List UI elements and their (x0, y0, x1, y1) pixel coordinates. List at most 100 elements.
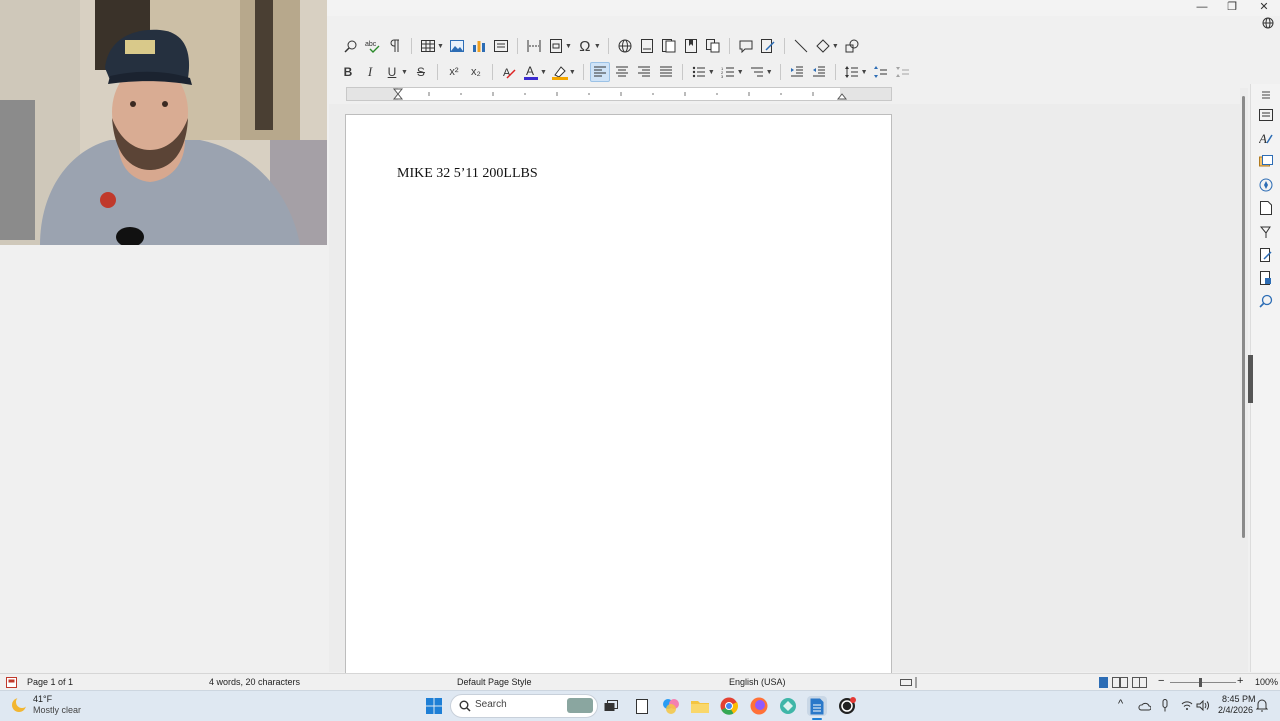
style-inspector-icon[interactable] (1257, 223, 1275, 241)
line-spacing-dropdown-icon[interactable]: ▼ (861, 69, 868, 76)
view-layout-icons[interactable] (1099, 677, 1149, 688)
line-spacing-icon[interactable] (842, 62, 862, 82)
zoom-out-button[interactable]: − (1158, 675, 1164, 687)
windows-start-icon[interactable] (424, 696, 444, 716)
italic-icon[interactable]: I (360, 62, 380, 82)
navigator-icon[interactable] (1257, 176, 1275, 194)
table-icon[interactable] (418, 36, 438, 56)
comment-icon[interactable] (736, 36, 756, 56)
minimize-button[interactable]: — (1186, 0, 1218, 14)
firefox-icon[interactable] (749, 696, 769, 716)
notification-bell-icon[interactable] (1256, 699, 1268, 712)
file-explorer-icon[interactable] (690, 696, 710, 716)
hyperlink-icon[interactable] (615, 36, 635, 56)
page-icon[interactable] (1257, 199, 1275, 217)
highlight-color-icon[interactable] (550, 62, 570, 82)
selection-mode-icon[interactable] (900, 677, 920, 688)
styles-icon[interactable]: A (1257, 129, 1275, 147)
notepad-icon[interactable] (632, 696, 652, 716)
justify-icon[interactable] (656, 62, 676, 82)
sidebar-collapse-handle[interactable] (1248, 355, 1253, 403)
gallery-icon[interactable] (1257, 152, 1275, 170)
superscript-icon[interactable]: x² (444, 62, 464, 82)
language[interactable]: English (USA) (729, 677, 786, 687)
zoom-level[interactable]: 100% (1255, 677, 1278, 687)
strikethrough-icon[interactable]: S (411, 62, 431, 82)
zoom-slider-thumb[interactable] (1199, 678, 1202, 687)
page-break-icon[interactable] (524, 36, 544, 56)
bookmark-icon[interactable] (681, 36, 701, 56)
basic-shapes-icon[interactable] (813, 36, 833, 56)
font-color-dropdown-icon[interactable]: ▼ (540, 69, 547, 76)
word-count[interactable]: 4 words, 20 characters (209, 677, 300, 687)
insert-chart-icon[interactable] (469, 36, 489, 56)
document-page[interactable]: MIKE 32 5’11 200LLBS (345, 114, 892, 676)
text-box-icon[interactable] (491, 36, 511, 56)
field-dropdown-icon[interactable]: ▼ (565, 43, 572, 50)
sidebar-menu-icon[interactable] (1257, 86, 1275, 104)
vertical-scrollbar-thumb[interactable] (1242, 96, 1245, 538)
onedrive-cloud-icon[interactable] (1138, 700, 1151, 712)
bold-icon[interactable]: B (338, 62, 358, 82)
taskbar-search-box[interactable]: Search (450, 694, 598, 718)
line-icon[interactable] (791, 36, 811, 56)
zoom-slider[interactable] (1170, 682, 1236, 683)
track-changes-icon[interactable] (758, 36, 778, 56)
decrease-paragraph-spacing-icon[interactable] (893, 62, 913, 82)
properties-icon[interactable] (1257, 106, 1275, 124)
globe-icon[interactable] (1262, 17, 1276, 31)
insert-field-icon[interactable] (546, 36, 566, 56)
clear-formatting-icon[interactable]: A (499, 62, 519, 82)
draw-functions-icon[interactable] (842, 36, 862, 56)
clock-date[interactable]: 2/4/2026 (1218, 705, 1253, 715)
page-style[interactable]: Default Page Style (457, 677, 532, 687)
footnote-icon[interactable] (637, 36, 657, 56)
insert-image-icon[interactable] (447, 36, 467, 56)
show-hidden-icons[interactable]: ^ (1118, 698, 1123, 710)
align-left-icon[interactable] (589, 62, 610, 82)
microphone-icon[interactable] (1161, 699, 1169, 712)
special-character-icon[interactable]: Ω (575, 36, 595, 56)
libreoffice-writer-icon[interactable] (807, 696, 827, 716)
ordered-list-dropdown-icon[interactable]: ▼ (737, 69, 744, 76)
unordered-list-dropdown-icon[interactable]: ▼ (708, 69, 715, 76)
shapes-dropdown-icon[interactable]: ▼ (832, 43, 839, 50)
align-center-icon[interactable] (612, 62, 632, 82)
document-text[interactable]: MIKE 32 5’11 200LLBS (397, 166, 538, 182)
increase-paragraph-spacing-icon[interactable] (871, 62, 891, 82)
underline-icon[interactable]: U (382, 62, 402, 82)
ordered-list-icon[interactable]: 123 (718, 62, 738, 82)
increase-indent-icon[interactable] (787, 62, 807, 82)
weather-desc[interactable]: Mostly clear (33, 705, 81, 715)
copilot-icon[interactable] (661, 696, 681, 716)
table-dropdown-icon[interactable]: ▼ (437, 43, 444, 50)
weather-moon-icon[interactable] (10, 696, 28, 714)
design-icon[interactable] (1257, 269, 1275, 287)
horizontal-ruler[interactable] (346, 87, 892, 101)
document-modified-icon[interactable] (6, 677, 17, 688)
weather-temp[interactable]: 41°F (33, 694, 52, 704)
zoom-in-button[interactable]: + (1237, 675, 1243, 687)
maximize-button[interactable]: ❐ (1216, 0, 1248, 14)
special-character-dropdown-icon[interactable]: ▼ (594, 43, 601, 50)
find-replace-icon[interactable] (341, 36, 361, 56)
manage-changes-icon[interactable] (1257, 246, 1275, 264)
align-right-icon[interactable] (634, 62, 654, 82)
decrease-indent-icon[interactable] (809, 62, 829, 82)
app-icon[interactable] (778, 696, 798, 716)
subscript-icon[interactable]: x₂ (466, 62, 486, 82)
clock-time[interactable]: 8:45 PM (1222, 694, 1256, 704)
find-icon[interactable] (1257, 292, 1275, 310)
task-view-icon[interactable] (601, 696, 621, 716)
volume-icon[interactable] (1196, 700, 1209, 711)
wifi-icon[interactable] (1181, 700, 1193, 711)
highlight-dropdown-icon[interactable]: ▼ (569, 69, 576, 76)
formatting-marks-icon[interactable] (385, 36, 405, 56)
outline-dropdown-icon[interactable]: ▼ (766, 69, 773, 76)
page-count[interactable]: Page 1 of 1 (27, 677, 73, 687)
font-color-icon[interactable]: A (521, 62, 541, 82)
outline-list-icon[interactable] (747, 62, 767, 82)
endnote-icon[interactable] (659, 36, 679, 56)
close-button[interactable]: ✕ (1248, 0, 1280, 14)
underline-dropdown-icon[interactable]: ▼ (401, 69, 408, 76)
